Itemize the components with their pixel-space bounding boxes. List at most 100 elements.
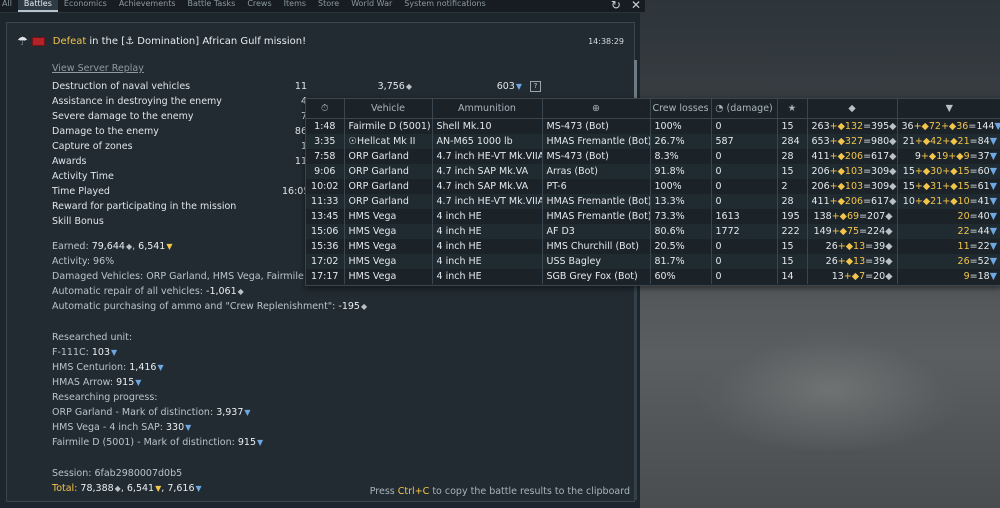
cell-silver: 149+◆75=224◆ <box>807 224 898 239</box>
rp-total: 144 <box>976 121 995 132</box>
rp-bonus-2: 21 <box>957 136 970 147</box>
cell-damage: 587 <box>711 134 778 149</box>
tab-economics[interactable]: Economics <box>58 0 113 12</box>
total-gold: 6,541 <box>126 483 155 494</box>
progress-item: ORP Garland - Mark of distinction: 3,937… <box>52 405 612 420</box>
crew-losses-column-header: Crew losses <box>650 99 712 119</box>
stat-label: Activity Time <box>52 171 114 182</box>
tab-battles[interactable]: Battles <box>17 0 58 12</box>
cell-ammo: 4.7 inch HE-VT Mk.VIIA <box>432 194 543 209</box>
stat-count: 4 <box>300 96 307 107</box>
silver-lion-icon: ◆ <box>405 82 412 91</box>
cell-pts: 28 <box>777 149 808 164</box>
bonus-plus-icon: +◆ <box>942 136 958 147</box>
tab-all[interactable]: All <box>0 0 18 12</box>
research-points-icon: ▼ <box>994 121 1000 132</box>
ammunition-column-header: Ammunition <box>432 99 543 119</box>
help-icon[interactable]: ? <box>530 81 541 92</box>
research-points-icon: ▼ <box>945 103 953 114</box>
close-icon[interactable]: ✕ <box>631 0 641 11</box>
cell-silver: 26+◆13=39◆ <box>807 239 898 254</box>
total-label: Total: <box>52 483 78 494</box>
cell-crew: 13.3% <box>650 194 712 209</box>
silver-total: 309 <box>871 166 890 177</box>
progress-item: Fairmile D (5001) - Mark of distinction:… <box>52 435 612 450</box>
equals-sign: = <box>859 211 868 222</box>
tab-achievements[interactable]: Achievements <box>113 0 182 12</box>
equals-sign: = <box>969 181 978 192</box>
cell-ammo: 4 inch HE <box>432 224 543 239</box>
silver-lion-icon: ◆ <box>889 181 897 192</box>
table-row: 10:02 ORP Garland 4.7 inch SAP Mk.VA PT-6 10… <box>306 179 1000 194</box>
cell-damage: 0 <box>711 269 778 284</box>
silver-total: 617 <box>871 151 890 162</box>
bonus-plus-icon: +◆ <box>914 136 931 147</box>
researched-title: Researched unit: <box>52 332 133 343</box>
rp-bonus: 19 <box>936 151 949 162</box>
table-row: 11:33 ORP Garland 4.7 inch HE-VT Mk.VIIA HM… <box>306 194 1000 209</box>
silver-lion-icon: ◆ <box>885 211 893 222</box>
equals-sign: = <box>863 136 872 147</box>
tab-battle-tasks[interactable]: Battle Tasks <box>182 0 242 12</box>
silver-base: 138 <box>813 211 832 222</box>
ammo-label: Automatic purchasing of ammo and "Crew R… <box>52 301 336 312</box>
cell-damage: 0 <box>711 194 778 209</box>
cell-time: 10:02 <box>306 179 345 194</box>
rp-base: 15 <box>902 181 915 192</box>
silver-lion-icon: ◆ <box>885 271 893 282</box>
cell-ammo: 4 inch HE <box>432 239 543 254</box>
rp-bonus-2: 26 <box>957 256 970 267</box>
cell-ammo: 4.7 inch SAP Mk.VA <box>432 179 543 194</box>
rp-bonus-2: 10 <box>957 196 970 207</box>
rp-bonus: 21 <box>930 196 943 207</box>
research-points-icon: ▼ <box>989 226 997 237</box>
cell-silver: 411+◆206=617◆ <box>807 194 898 209</box>
cell-target: HMAS Fremantle (Bot) <box>542 194 651 209</box>
cell-rp: 36+◆72+◆36=144▼ <box>897 119 1000 135</box>
cell-target: USS Bagley <box>542 254 651 269</box>
research-points-icon: ▼ <box>989 151 997 162</box>
unit-name: HMS Vega - 4 inch SAP: <box>52 422 163 433</box>
cell-ammo: 4 inch HE <box>432 209 543 224</box>
cell-rp: 22=44▼ <box>897 224 1000 239</box>
rp-base: 36 <box>901 121 914 132</box>
table-row: 13:45 HMS Vega 4 inch HE HMAS Fremantle (Bo… <box>306 209 1000 224</box>
damage-column-header: ◔ (damage) <box>711 99 778 119</box>
bonus-plus-icon: +◆ <box>829 181 845 192</box>
equals-sign: = <box>859 226 868 237</box>
equals-sign: = <box>969 271 978 282</box>
rp-total: 41 <box>977 196 990 207</box>
cell-rp: 15+◆30+◆15=60▼ <box>897 164 1000 179</box>
kill-details-tooltip: ⏱ Vehicle Ammunition ⊕ Crew losses ◔ (da… <box>305 98 1000 286</box>
repair-line: Automatic repair of all vehicles: -1,061… <box>52 284 612 299</box>
copy-hint-post: to copy the battle results to the clipbo… <box>432 486 630 497</box>
cell-ammo: AN-M65 1000 lb <box>432 134 543 149</box>
research-points-icon: ▼ <box>185 423 192 432</box>
cell-silver: 206+◆103=309◆ <box>807 179 898 194</box>
research-points-icon: ▼ <box>135 378 142 387</box>
silver-lion-icon: ◆ <box>237 287 244 296</box>
tab-system-notifications[interactable]: System notifications <box>398 0 492 12</box>
equals-sign: = <box>863 181 872 192</box>
rp-total: 44 <box>977 226 990 237</box>
silver-lion-icon: ◆ <box>889 166 897 177</box>
refresh-icon[interactable]: ↻ <box>611 0 621 11</box>
tab-items[interactable]: Items <box>278 0 312 12</box>
cell-vehicle: Fairmile D (5001) <box>344 118 433 134</box>
rp-value: 1,416 <box>129 362 157 373</box>
tab-world-war[interactable]: World War <box>345 0 398 12</box>
cell-time: 17:17 <box>306 269 345 284</box>
silver-total: 395 <box>871 121 890 132</box>
rp-total: 22 <box>977 241 990 252</box>
silver-lion-icon: ◆ <box>889 196 897 207</box>
view-replay-link[interactable]: View Server Replay <box>52 63 144 74</box>
tab-store[interactable]: Store <box>312 0 345 12</box>
research-points-icon: ▼ <box>244 408 251 417</box>
cell-time: 15:06 <box>306 224 345 239</box>
cell-target: HMAS Fremantle (Bot) <box>542 209 651 224</box>
mission-text: in the [⚓ Domination] African Gulf missi… <box>89 35 307 47</box>
cell-silver: 206+◆103=309◆ <box>807 164 898 179</box>
cell-time: 17:02 <box>306 254 345 269</box>
tab-crews[interactable]: Crews <box>241 0 277 12</box>
equals-sign: = <box>865 271 874 282</box>
